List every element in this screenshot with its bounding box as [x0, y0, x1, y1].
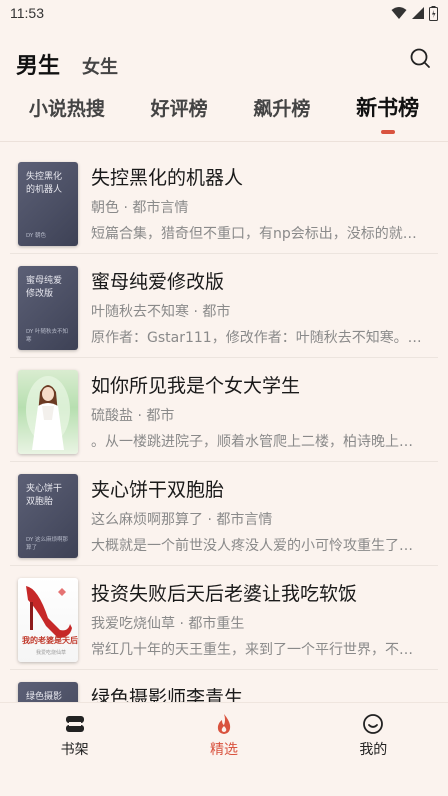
book-meta: 朝色 · 都市言情 [91, 200, 189, 216]
signal-icon [412, 7, 424, 19]
status-time: 11:53 [10, 5, 44, 21]
wifi-icon [391, 7, 407, 19]
book-info: 蜜母纯爱修改版 叶随秋去不知寒 · 都市 原作者：Gstar111，修改作者：叶… [91, 266, 438, 358]
book-cover: 夹心饼干双胞胎 DY 这么麻烦啊那算了 [18, 474, 78, 558]
book-title: 蜜母纯爱修改版 [91, 271, 225, 293]
cover-author: DY 叶随秋去不知寒 [26, 329, 69, 343]
search-icon[interactable] [408, 46, 432, 70]
book-item[interactable]: 蜜母纯爱修改版 DY 叶随秋去不知寒 蜜母纯爱修改版 叶随秋去不知寒 · 都市 … [0, 254, 448, 358]
book-info: 投资失败后天后老婆让我吃软饭 我爱吃烧仙草 · 都市重生 常红几十年的天王重生，… [91, 578, 438, 670]
book-title: 投资失败后天后老婆让我吃软饭 [91, 583, 358, 605]
tab-new-books[interactable]: 新书榜 [356, 86, 419, 130]
nav-label: 精选 [209, 742, 238, 758]
book-item[interactable]: 失控黑化的机器人 DY 朝色 失控黑化的机器人 朝色 · 都市言情 短篇合集，猎… [0, 150, 448, 254]
header: 男生 女生 [0, 36, 448, 80]
book-info: 如你所见我是个女大学生 硫酸盐 · 都市 。从一楼跳进院子，顺着水管爬上二楼，柏… [91, 370, 438, 462]
cover-title: 失控黑化的机器人 [26, 172, 63, 195]
cover-illustration [26, 376, 70, 450]
book-cover: 蜜母纯爱修改版 DY 叶随秋去不知寒 [18, 266, 78, 350]
nav-featured[interactable]: 精选 [169, 713, 279, 759]
book-meta: 我爱吃烧仙草 · 都市重生 [91, 616, 245, 632]
tab-rising[interactable]: 飙升榜 [253, 86, 310, 130]
status-icons [391, 5, 438, 21]
book-description: 常红几十年的天王重生，来到了一个平行世界，不… [91, 642, 413, 658]
book-description: 短篇合集，猎奇但不重口，有np会标出，没标的就… [91, 226, 417, 242]
book-info: 失控黑化的机器人 朝色 · 都市言情 短篇合集，猎奇但不重口，有np会标出，没标… [91, 162, 438, 254]
cover-title: 我的老婆是天后 [22, 636, 78, 645]
cover-author: 我爱吃烧仙草 [36, 650, 67, 656]
cover-title: 蜜母纯爱修改版 [26, 276, 63, 299]
book-info: 绿色摄影师李青生 [91, 682, 438, 702]
book-meta: 硫酸盐 · 都市 [91, 408, 175, 424]
book-title: 绿色摄影师李青生 [91, 687, 244, 702]
book-title: 夹心饼干双胞胎 [91, 479, 225, 501]
gender-tab-male[interactable]: 男生 [16, 48, 60, 80]
rank-tabs: 小说热搜 好评榜 飙升榜 新书榜 [0, 86, 448, 138]
nav-label: 我的 [359, 742, 388, 758]
book-item[interactable]: 我的老婆是天后 我爱吃烧仙草 投资失败后天后老婆让我吃软饭 我爱吃烧仙草 · 都… [0, 566, 448, 670]
bookshelf-icon [65, 716, 84, 732]
book-description: 原作者：Gstar111，修改作者：叶随秋去不知寒。… [91, 330, 422, 346]
book-cover: 绿色摄影师 [18, 682, 78, 702]
book-description: 大概就是一个前世没人疼没人爱的小可怜攻重生了… [91, 538, 413, 554]
cover-title: 绿色摄影师 [26, 692, 63, 702]
nav-profile[interactable]: 我的 [318, 713, 428, 759]
book-cover: 失控黑化的机器人 DY 朝色 [18, 162, 78, 246]
book-list: 失控黑化的机器人 DY 朝色 失控黑化的机器人 朝色 · 都市言情 短篇合集，猎… [0, 150, 448, 702]
book-title: 如你所见我是个女大学生 [91, 375, 301, 397]
tab-hot-search[interactable]: 小说热搜 [29, 86, 105, 130]
book-cover: 我的老婆是天后 我爱吃烧仙草 [18, 578, 78, 662]
smile-icon [363, 714, 384, 734]
book-cover [18, 370, 78, 454]
tab-divider [0, 141, 448, 142]
book-item[interactable]: 绿色摄影师 绿色摄影师李青生 [0, 670, 448, 702]
book-meta: 叶随秋去不知寒 · 都市 [91, 304, 231, 320]
bottom-nav: 书架 精选 我的 [0, 702, 448, 796]
cover-author: DY 这么麻烦啊那算了 [26, 537, 69, 551]
book-item[interactable]: 夹心饼干双胞胎 DY 这么麻烦啊那算了 夹心饼干双胞胎 这么麻烦啊那算了 · 都… [0, 462, 448, 566]
cover-author: DY 朝色 [26, 233, 47, 239]
book-description: 。从一楼跳进院子，顺着水管爬上二楼，柏诗晚上… [91, 434, 413, 450]
book-title: 失控黑化的机器人 [91, 167, 244, 189]
nav-label: 书架 [60, 742, 89, 758]
flame-icon [217, 714, 231, 734]
status-bar: 11:53 [0, 0, 448, 26]
book-meta: 这么麻烦啊那算了 · 都市言情 [91, 512, 273, 528]
battery-icon [429, 5, 438, 21]
nav-bookshelf[interactable]: 书架 [20, 713, 130, 759]
gender-tab-female[interactable]: 女生 [82, 53, 118, 80]
book-item[interactable]: 如你所见我是个女大学生 硫酸盐 · 都市 。从一楼跳进院子，顺着水管爬上二楼，柏… [0, 358, 448, 462]
tab-top-rated[interactable]: 好评榜 [151, 86, 208, 130]
cover-title: 夹心饼干双胞胎 [26, 484, 63, 507]
book-info: 夹心饼干双胞胎 这么麻烦啊那算了 · 都市言情 大概就是一个前世没人疼没人爱的小… [91, 474, 438, 566]
